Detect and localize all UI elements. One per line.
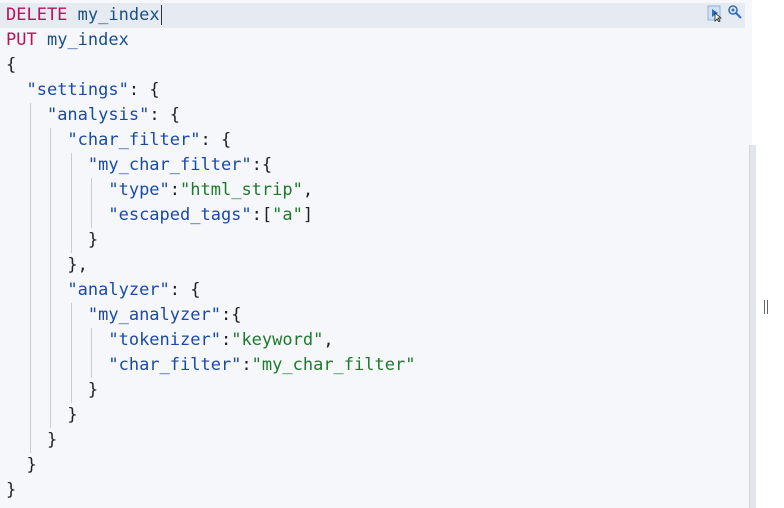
code-punctuation: : { (200, 130, 232, 150)
code-punctuation: } (6, 430, 58, 450)
json-key: "analysis" (46, 105, 150, 125)
code-line: { (6, 53, 16, 78)
code-line: "analysis": { (6, 103, 180, 128)
play-request-icon[interactable] (707, 4, 723, 23)
code-punctuation (6, 355, 108, 375)
request-actions (703, 2, 745, 24)
editor-scroll-track[interactable] (752, 0, 784, 508)
code-punctuation (6, 155, 88, 175)
request-path: my_index (77, 5, 160, 25)
code-punctuation: ] (302, 205, 314, 225)
code-punctuation (67, 5, 77, 25)
code-punctuation: :[ (251, 205, 273, 225)
text-cursor (160, 5, 162, 25)
code-line: PUT my_index (6, 28, 129, 53)
code-line: } (6, 228, 98, 253)
code-punctuation: } (6, 480, 17, 500)
code-punctuation: :{ (220, 305, 242, 325)
code-line: } (6, 428, 57, 453)
code-line: } (6, 378, 98, 403)
code-punctuation (6, 105, 47, 125)
code-punctuation: : (169, 180, 181, 200)
code-punctuation: : (220, 330, 232, 350)
code-punctuation: : { (128, 80, 160, 100)
code-line: "my_char_filter":{ (6, 153, 272, 178)
json-key: "my_char_filter" (87, 155, 252, 175)
code-punctuation: { (6, 55, 17, 75)
editor-scrollbar-thumb[interactable] (749, 145, 756, 508)
code-punctuation (6, 205, 108, 225)
code-punctuation: } (6, 230, 99, 250)
json-key: "tokenizer" (108, 330, 221, 350)
json-string: "a" (272, 205, 303, 225)
json-key: "my_analyzer" (87, 305, 221, 325)
code-line: "my_analyzer":{ (6, 303, 242, 328)
http-method: DELETE (6, 5, 68, 25)
code-punctuation: } (6, 455, 37, 475)
code-punctuation: : { (149, 105, 181, 125)
offscreen-next-line (6, 500, 206, 508)
wrench-icon[interactable] (727, 4, 743, 22)
json-string: "html_strip" (180, 180, 303, 200)
json-string: "keyword" (231, 330, 324, 350)
code-punctuation: , (302, 180, 314, 200)
panel-resize-handle[interactable] (764, 300, 770, 314)
code-punctuation (6, 280, 67, 300)
code-line: "analyzer": { (6, 278, 201, 303)
code-line: "char_filter":"my_char_filter" (6, 353, 415, 378)
code-line: "escaped_tags":["a"] (6, 203, 313, 228)
code-punctuation: } (6, 380, 99, 400)
code-line: } (6, 453, 37, 478)
json-key: "char_filter" (108, 355, 242, 375)
code-punctuation (6, 305, 88, 325)
code-editor[interactable]: DELETE my_index PUT my_index{ "settings":… (0, 0, 752, 508)
code-punctuation (6, 80, 26, 100)
json-key: "analyzer" (67, 280, 170, 300)
code-punctuation (6, 130, 67, 150)
code-punctuation: } (6, 405, 78, 425)
json-string: "my_char_filter" (251, 355, 416, 375)
code-punctuation: , (323, 330, 334, 350)
http-method: PUT (6, 30, 37, 50)
code-punctuation (37, 30, 47, 50)
code-line: "settings": { (6, 78, 160, 103)
code-punctuation: : { (169, 280, 201, 300)
code-line: "char_filter": { (6, 128, 231, 153)
code-line: DELETE my_index (6, 3, 162, 28)
code-line: }, (6, 253, 88, 278)
code-punctuation: : (241, 355, 252, 375)
code-line: "type":"html_strip", (6, 178, 313, 203)
code-punctuation (6, 330, 108, 350)
code-punctuation (6, 180, 108, 200)
code-line: "tokenizer":"keyword", (6, 328, 334, 353)
code-punctuation: }, (6, 255, 88, 275)
json-key: "settings" (26, 80, 129, 100)
json-key: "char_filter" (67, 130, 201, 150)
json-key: "escaped_tags" (108, 205, 252, 225)
code-punctuation: :{ (251, 155, 273, 175)
request-path: my_index (46, 30, 129, 50)
json-key: "type" (108, 180, 170, 200)
code-line: } (6, 403, 78, 428)
